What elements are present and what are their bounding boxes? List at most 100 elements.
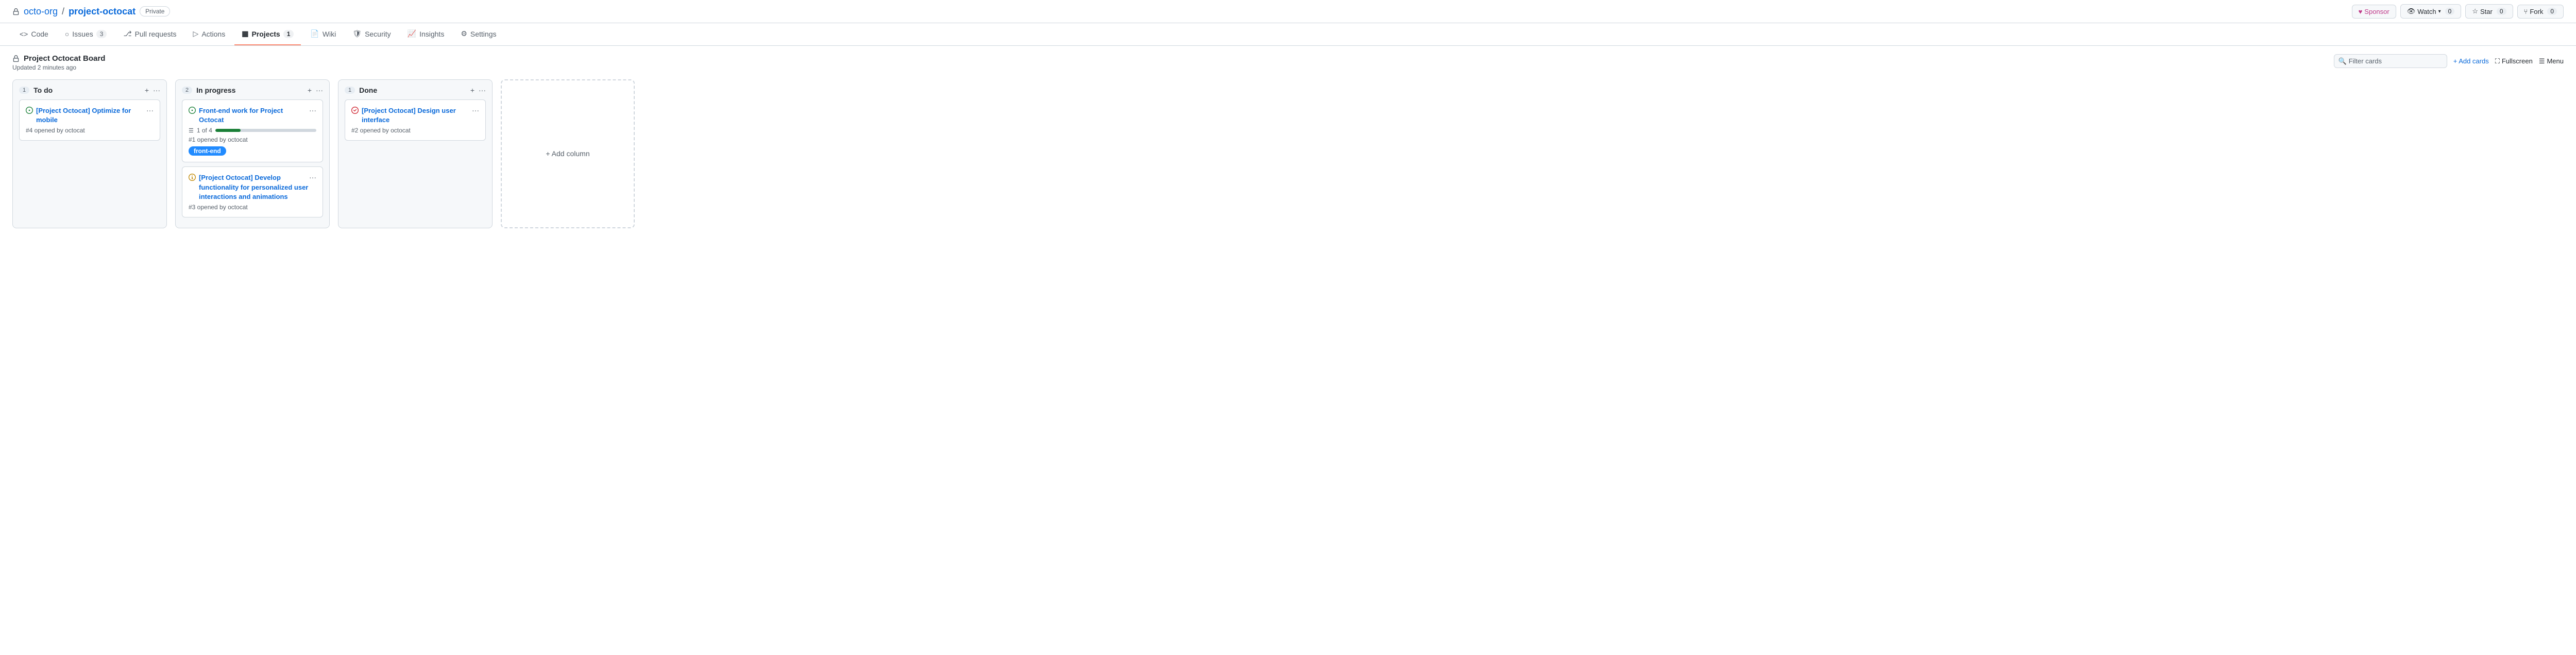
card-optimize-mobile: [Project Octocat] Optimize for mobile ··… (19, 99, 160, 141)
repo-name: project-octocat (69, 6, 135, 16)
column-in-progress-title-group: 2 In progress (182, 86, 235, 94)
card-optimize-mobile-title[interactable]: [Project Octocat] Optimize for mobile (36, 106, 146, 125)
card-design-ui-menu-icon[interactable]: ··· (472, 106, 479, 114)
column-in-progress-actions: + ··· (308, 86, 323, 94)
card-develop-functionality-menu-icon[interactable]: ··· (309, 173, 316, 181)
actions-icon: ▷ (193, 29, 199, 38)
fork-count: 0 (2547, 8, 2557, 15)
column-in-progress-count: 2 (182, 87, 192, 94)
column-done-header: 1 Done + ··· (345, 86, 486, 94)
tab-security[interactable]: 🛡 Security (345, 23, 398, 45)
sponsor-button[interactable]: ♥ Sponsor (2352, 5, 2396, 19)
repo-title: octo-org / project-octocat Private (12, 6, 170, 17)
card-optimize-mobile-status-icon (26, 107, 33, 115)
card-develop-functionality-header: [Project Octocat] Develop functionality … (189, 173, 316, 201)
board-header: Project Octocat Board Updated 2 minutes … (0, 46, 2576, 79)
search-icon: 🔍 (2338, 57, 2347, 65)
column-todo-menu-icon[interactable]: ··· (153, 86, 160, 94)
repo-link[interactable]: project-octocat (69, 6, 135, 17)
filter-cards-input[interactable] (2334, 54, 2447, 68)
fullscreen-button[interactable]: ⛶ Fullscreen (2495, 57, 2533, 65)
column-todo-title: To do (33, 86, 53, 94)
sponsor-heart-icon: ♥ (2359, 8, 2363, 15)
card-design-ui-title[interactable]: [Project Octocat] Design user interface (362, 106, 472, 125)
card-develop-functionality-status-icon (189, 174, 196, 182)
star-label: Star (2480, 8, 2493, 15)
star-button[interactable]: ☆ Star 0 (2465, 4, 2513, 19)
progress-bar-fill (215, 129, 241, 132)
card-frontend-work-header: Front-end work for Project Octocat ··· (189, 106, 316, 125)
fullscreen-label: Fullscreen (2502, 57, 2533, 65)
tab-issues-label: Issues (72, 30, 93, 38)
column-done: 1 Done + ··· [Project Octocat] Design us… (338, 79, 493, 228)
card-develop-functionality-title[interactable]: [Project Octocat] Develop functionality … (199, 173, 309, 201)
column-done-title: Done (359, 86, 377, 94)
add-card-to-in-progress-icon[interactable]: + (308, 86, 312, 94)
column-done-menu-icon[interactable]: ··· (479, 86, 486, 94)
watch-count: 0 (2445, 8, 2455, 15)
add-column-button[interactable]: + Add column (501, 79, 635, 228)
card-develop-functionality: [Project Octocat] Develop functionality … (182, 166, 323, 217)
board-title: Project Octocat Board (12, 54, 105, 63)
tab-settings[interactable]: ⚙ Settings (453, 23, 503, 45)
column-done-title-group: 1 Done (345, 86, 377, 94)
org-link[interactable]: octo-org (24, 6, 58, 17)
tab-code-label: Code (31, 30, 48, 38)
star-count: 0 (2497, 8, 2506, 15)
card-optimize-mobile-header: [Project Octocat] Optimize for mobile ··… (26, 106, 154, 125)
progress-bar-bg (215, 129, 316, 132)
watch-button[interactable]: 👁 Watch ▾ 0 (2400, 4, 2462, 19)
wiki-icon: 📄 (310, 29, 319, 38)
security-icon: 🛡 (352, 29, 362, 38)
tab-wiki[interactable]: 📄 Wiki (303, 23, 343, 45)
checklist-icon: ☰ (189, 127, 194, 134)
code-icon: <> (20, 30, 28, 38)
projects-badge: 1 (283, 30, 294, 38)
tab-actions[interactable]: ▷ Actions (186, 23, 233, 45)
card-frontend-work-status-icon (189, 107, 196, 115)
column-in-progress: 2 In progress + ··· Front-end work for P… (175, 79, 330, 228)
board-area: 1 To do + ··· [Project Octocat] Optimize… (0, 79, 2576, 241)
private-badge: Private (140, 6, 170, 16)
add-column-label: + Add column (546, 149, 589, 158)
board-lock-icon (12, 54, 20, 63)
column-in-progress-header: 2 In progress + ··· (182, 86, 323, 94)
card-optimize-mobile-menu-icon[interactable]: ··· (146, 106, 154, 114)
fork-button[interactable]: ⑂ Fork 0 (2517, 5, 2564, 19)
column-todo-actions: + ··· (145, 86, 160, 94)
add-cards-button[interactable]: + Add cards (2453, 57, 2489, 65)
insights-icon: 📈 (408, 29, 416, 38)
column-todo-title-group: 1 To do (19, 86, 53, 94)
menu-icon: ☰ (2539, 57, 2545, 65)
fork-icon: ⑂ (2524, 8, 2528, 15)
lock-icon (12, 6, 20, 17)
add-card-to-todo-icon[interactable]: + (145, 86, 149, 94)
tab-insights-label: Insights (419, 30, 444, 38)
repo-separator: / (62, 6, 64, 17)
card-design-ui-header: [Project Octocat] Design user interface … (351, 106, 479, 125)
column-in-progress-menu-icon[interactable]: ··· (316, 86, 323, 94)
tab-projects[interactable]: ▦ Projects 1 (234, 23, 301, 45)
tab-pull-requests[interactable]: ⎇ Pull requests (116, 23, 183, 45)
watch-eye-icon: 👁 (2407, 7, 2416, 15)
card-frontend-work-tag: front-end (189, 146, 226, 156)
board-title-section: Project Octocat Board Updated 2 minutes … (12, 54, 105, 71)
card-frontend-work-title[interactable]: Front-end work for Project Octocat (199, 106, 309, 125)
watch-label: Watch (2417, 8, 2436, 15)
tab-settings-label: Settings (470, 30, 497, 38)
add-card-to-done-icon[interactable]: + (470, 86, 474, 94)
column-done-actions: + ··· (470, 86, 486, 94)
card-frontend-work-progress: ☰ 1 of 4 (189, 127, 316, 134)
projects-icon: ▦ (242, 29, 248, 38)
tab-code[interactable]: <> Code (12, 24, 56, 45)
org-name: octo-org (24, 6, 58, 17)
tab-insights[interactable]: 📈 Insights (400, 23, 452, 45)
card-design-ui-meta: #2 opened by octocat (351, 127, 479, 134)
card-frontend-work-menu-icon[interactable]: ··· (309, 106, 316, 114)
watch-chevron-icon: ▾ (2438, 9, 2441, 14)
tab-actions-label: Actions (201, 30, 225, 38)
menu-button[interactable]: ☰ Menu (2539, 57, 2564, 65)
fork-label: Fork (2530, 8, 2543, 15)
board-subtitle: Updated 2 minutes ago (12, 64, 105, 71)
tab-issues[interactable]: ○ Issues 3 (58, 24, 114, 45)
